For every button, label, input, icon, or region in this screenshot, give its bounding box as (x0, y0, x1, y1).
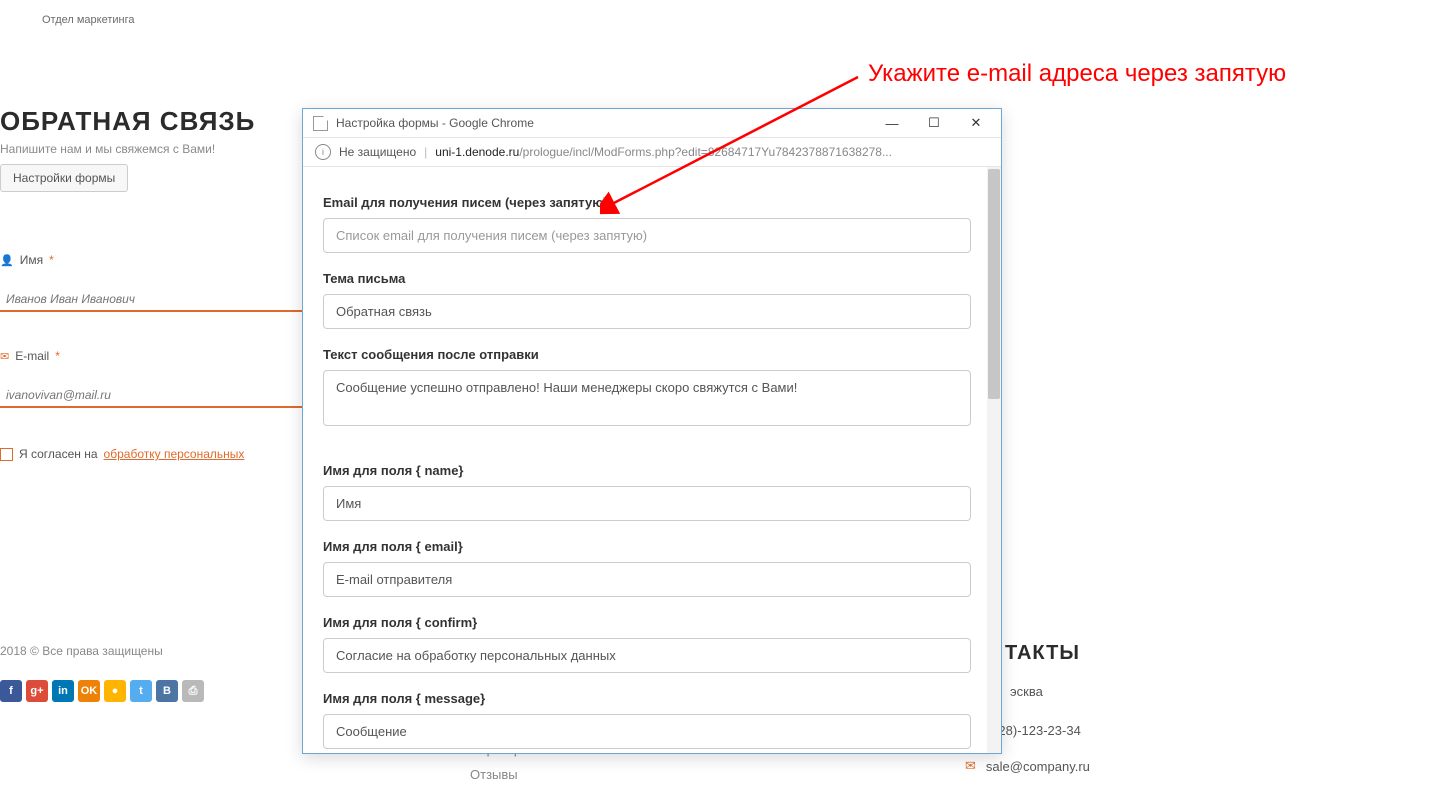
email-field-config-label: Имя для поля { email} (323, 539, 971, 554)
subject-input[interactable] (323, 294, 971, 329)
name-label-text: Имя (20, 253, 43, 267)
info-icon[interactable]: i (315, 144, 331, 160)
separator: | (424, 145, 427, 159)
social-icon[interactable]: f (0, 680, 22, 702)
contact-email-text: sale@company.ru (986, 759, 1090, 774)
scrollbar-thumb[interactable] (988, 169, 1000, 399)
social-icon[interactable]: B (156, 680, 178, 702)
emails-input[interactable] (323, 218, 971, 253)
url-path: /prologue/incl/ModForms.php?edit=8268471… (519, 145, 892, 159)
social-icon[interactable]: in (52, 680, 74, 702)
envelope-icon: ✉ (965, 758, 976, 774)
after-text-label: Текст сообщения после отправки (323, 347, 971, 362)
required-star: * (49, 253, 54, 267)
footer-link[interactable]: Отзывы (470, 767, 530, 782)
address-bar: i Не защищено | uni-1.denode.ru/prologue… (303, 138, 1001, 167)
social-icon[interactable]: ⎙ (182, 680, 204, 702)
document-icon (313, 116, 328, 131)
name-input[interactable] (0, 288, 312, 312)
form-settings-popup: Настройка формы - Google Chrome — ☐ ✕ i … (302, 108, 1002, 754)
security-status-text: Не защищено (339, 145, 416, 159)
email-label-text: E-mail (15, 349, 49, 363)
contact-phone-text: 928)-123-23-34 (991, 723, 1081, 738)
form-settings-button[interactable]: Настройки формы (0, 164, 128, 192)
subject-label: Тема письма (323, 271, 971, 286)
page-title: ОБРАТНАЯ СВЯЗЬ (0, 106, 255, 137)
window-maximize-button[interactable]: ☐ (913, 109, 955, 137)
consent-text: Я согласен на (19, 447, 98, 461)
window-close-button[interactable]: ✕ (955, 109, 997, 137)
popup-form: Email для получения писем (через запятую… (303, 167, 987, 753)
name-field-config-label: Имя для поля { name} (323, 463, 971, 478)
confirm-field-config-input[interactable] (323, 638, 971, 673)
social-icons-row: fg+inOK●tB⎙ (0, 680, 204, 702)
email-input[interactable] (0, 384, 312, 408)
contact-email: ✉ sale@company.ru (965, 758, 1090, 774)
consent-checkbox[interactable] (0, 448, 13, 461)
email-field-config-input[interactable] (323, 562, 971, 597)
window-title-text: Настройка формы - Google Chrome (336, 116, 534, 130)
message-field-config-label: Имя для поля { message} (323, 691, 971, 706)
confirm-field-config-label: Имя для поля { confirm} (323, 615, 971, 630)
envelope-icon: ✉ (0, 350, 9, 363)
url-text[interactable]: uni-1.denode.ru/prologue/incl/ModForms.p… (435, 145, 892, 159)
message-field-config-input[interactable] (323, 714, 971, 749)
page-subtitle: Напишите нам и мы свяжемся с Вами! (0, 142, 215, 156)
social-icon[interactable]: t (130, 680, 152, 702)
department-label: Отдел маркетинга (42, 14, 135, 26)
copyright-text: 2018 © Все права защищены (0, 644, 163, 658)
name-field-config-input[interactable] (323, 486, 971, 521)
social-icon[interactable]: ● (104, 680, 126, 702)
contacts-heading: ТАКТЫ (1005, 642, 1080, 665)
email-field-label: ✉ E-mail * (0, 349, 60, 363)
required-star: * (55, 349, 60, 363)
social-icon[interactable]: g+ (26, 680, 48, 702)
after-text-textarea[interactable]: Сообщение успешно отправлено! Наши менед… (323, 370, 971, 426)
window-titlebar: Настройка формы - Google Chrome — ☐ ✕ (303, 109, 1001, 138)
scrollbar[interactable] (987, 167, 1001, 753)
user-icon: 👤 (0, 254, 14, 267)
url-host: uni-1.denode.ru (435, 145, 519, 159)
emails-label: Email для получения писем (через запятую… (323, 195, 971, 210)
popup-body: Email для получения писем (через запятую… (303, 167, 1001, 753)
name-field-label: 👤 Имя * (0, 253, 54, 267)
annotation-callout-text: Укажите e-mail адреса через запятую (868, 60, 1286, 88)
contact-city-text: эсква (1010, 684, 1043, 699)
contact-city: эсква (1000, 684, 1043, 699)
consent-link[interactable]: обработку персональных (104, 447, 245, 461)
consent-row: Я согласен на обработку персональных (0, 447, 244, 461)
window-minimize-button[interactable]: — (871, 109, 913, 137)
social-icon[interactable]: OK (78, 680, 100, 702)
